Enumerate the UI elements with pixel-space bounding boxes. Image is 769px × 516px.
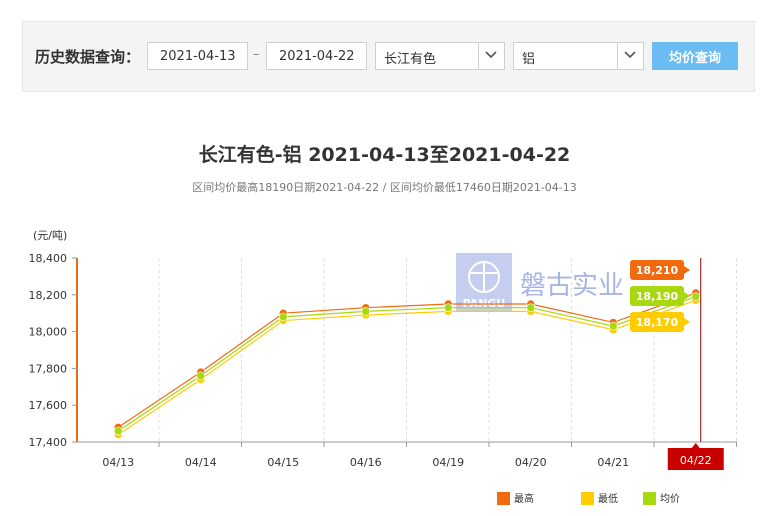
data-point	[196, 371, 206, 381]
x-tick-label: 04/20	[515, 456, 547, 469]
data-point	[361, 307, 371, 316]
y-axis-label: (元/吨)	[33, 229, 67, 242]
watermark-company: 磐古实业	[520, 271, 624, 301]
data-point	[113, 426, 123, 436]
data-point	[691, 292, 701, 301]
x-tick-label: 04/21	[597, 456, 629, 469]
data-point	[526, 303, 536, 312]
legend-swatch	[497, 492, 510, 505]
legend-swatch	[581, 492, 594, 505]
x-tick-label: 04/13	[102, 456, 134, 469]
data-point	[278, 312, 288, 322]
x-tick-label: 04/16	[350, 456, 382, 469]
value-tag-label: 18,170	[636, 316, 679, 329]
y-tick-label: 18,200	[29, 289, 68, 302]
x-tick-label: 04/14	[185, 456, 217, 469]
legend-label: 最低	[598, 492, 618, 505]
legend-label: 最高	[514, 492, 534, 505]
highlight-tag-pointer	[691, 443, 700, 448]
y-tick-label: 18,000	[29, 326, 68, 339]
x-tick-label: 04/15	[267, 456, 299, 469]
y-tick-label: 17,800	[29, 362, 68, 375]
y-tick-label: 17,600	[29, 399, 68, 412]
y-tick-label: 17,400	[29, 436, 68, 449]
data-point	[443, 303, 453, 312]
value-tag-pointer	[684, 318, 690, 326]
legend-swatch	[643, 492, 656, 505]
value-tag-label: 18,190	[636, 290, 679, 303]
value-tag-label: 18,210	[636, 264, 679, 277]
legend-label: 均价	[660, 493, 680, 505]
x-tick-label: 04/22	[680, 454, 712, 467]
data-point	[608, 321, 618, 331]
y-tick-label: 18,400	[29, 252, 68, 265]
x-tick-label: 04/19	[432, 456, 464, 469]
price-line-chart[interactable]: PANGU磐古实业(元/吨)17,40017,60017,80018,00018…	[0, 0, 769, 516]
value-tag-pointer	[684, 266, 690, 274]
